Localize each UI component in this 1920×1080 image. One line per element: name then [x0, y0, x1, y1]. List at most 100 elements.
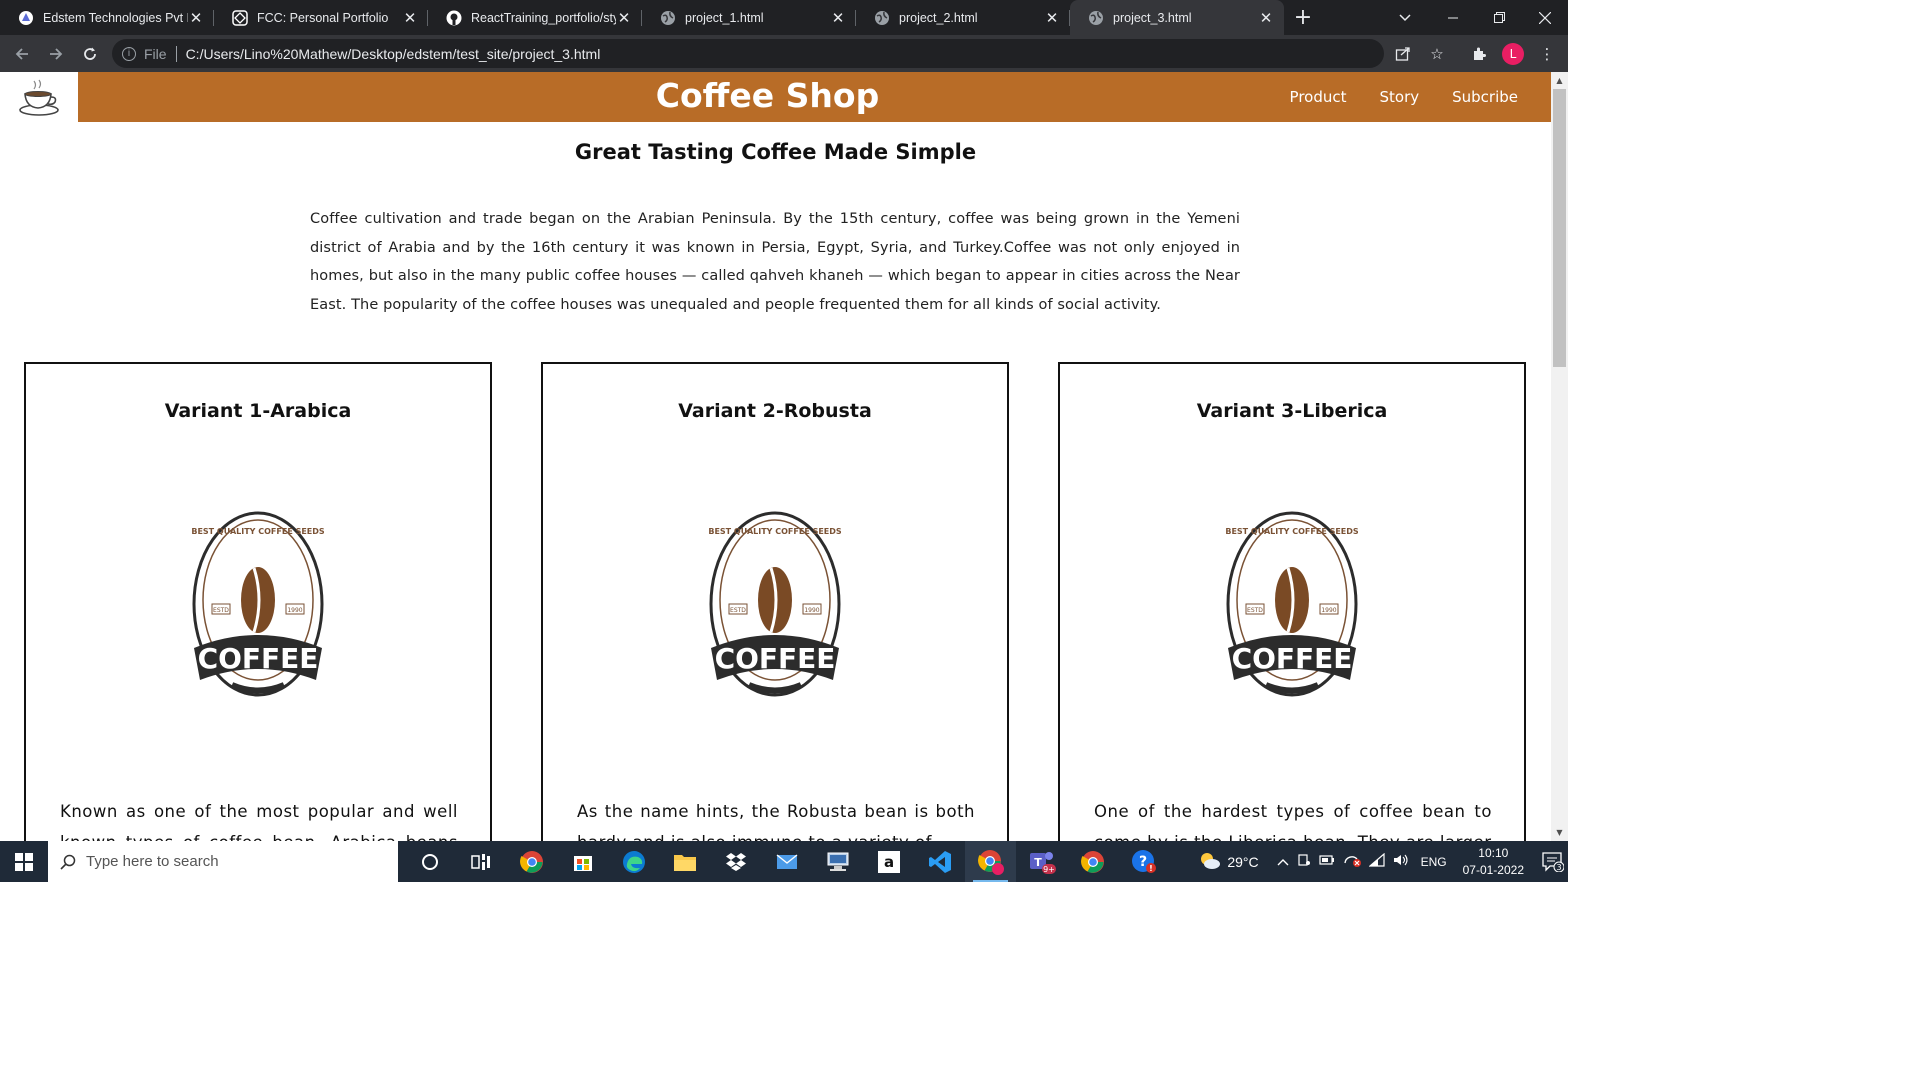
close-icon[interactable]: ✕ — [830, 10, 846, 27]
badge-banner: COFFEE — [715, 642, 836, 675]
codepen-icon — [232, 9, 248, 26]
close-window-button[interactable] — [1522, 0, 1568, 35]
store-icon[interactable] — [557, 841, 608, 882]
browser-tab[interactable]: FCC: Personal Portfolio ✕ — [214, 0, 428, 35]
mail-icon[interactable] — [761, 841, 812, 882]
extensions-icon[interactable] — [1468, 43, 1490, 65]
variant-title: Variant 3-Liberica — [1196, 400, 1388, 422]
file-explorer-icon[interactable] — [659, 841, 710, 882]
scrollbar-thumb[interactable] — [1553, 89, 1566, 367]
clock[interactable]: 10:10 07-01-2022 — [1463, 845, 1524, 879]
amazon-icon[interactable]: a — [863, 841, 914, 882]
profile-avatar[interactable]: L — [1502, 42, 1524, 65]
toolbar-actions: ☆ L ⋮ — [1392, 35, 1558, 72]
page-viewport: Coffee Shop Product Story Subcribe Great… — [0, 72, 1551, 841]
close-icon[interactable]: ✕ — [188, 10, 204, 27]
tab-title: FCC: Personal Portfolio — [257, 10, 389, 25]
edge-icon[interactable] — [608, 841, 659, 882]
vscode-icon[interactable] — [914, 841, 965, 882]
teams-badge: 9+ — [1043, 865, 1055, 874]
svg-text:T: T — [1034, 856, 1042, 869]
network-error-icon[interactable] — [1343, 853, 1361, 870]
forward-button[interactable] — [40, 38, 72, 70]
page-scrollbar[interactable]: ▲ ▼ — [1551, 72, 1568, 841]
chrome-profile-icon[interactable] — [965, 841, 1016, 882]
badge-ring-text: BEST QUALITY COFFEE SEEDS — [1226, 527, 1358, 536]
browser-tab[interactable]: project_1.html ✕ — [642, 0, 856, 35]
badge-left-tag: ESTD — [730, 607, 746, 614]
bookmark-star-icon[interactable]: ☆ — [1426, 43, 1448, 65]
badge-ring-text: BEST QUALITY COFFEE SEEDS — [709, 527, 841, 536]
variant-description: As the name hints, the Robusta bean is b… — [577, 802, 975, 841]
windows-start-button[interactable] — [0, 841, 48, 882]
minimize-button[interactable] — [1430, 0, 1476, 35]
device-icon[interactable] — [1297, 853, 1311, 870]
notification-center-icon[interactable]: 3 — [1538, 841, 1568, 882]
weather-icon[interactable] — [1197, 850, 1221, 873]
volume-icon[interactable] — [1393, 853, 1409, 870]
wifi-icon[interactable] — [1367, 852, 1385, 870]
browser-tab[interactable]: project_2.html ✕ — [856, 0, 1070, 35]
variant-description: One of the hardest types of coffee bean … — [1094, 802, 1492, 841]
chrome-icon[interactable] — [506, 841, 557, 882]
taskbar-search-box[interactable]: Type here to search — [48, 841, 398, 882]
svg-text:!: ! — [1149, 864, 1153, 873]
clock-date: 07-01-2022 — [1462, 862, 1524, 877]
search-icon — [60, 854, 76, 870]
variant-card: Variant 2-Robusta BEST QUALITY COFFEE SE… — [541, 362, 1009, 841]
network-drive-icon[interactable] — [812, 841, 863, 882]
tab-title: project_1.html — [685, 10, 764, 25]
close-icon[interactable]: ✕ — [1044, 10, 1060, 27]
browser-tab[interactable]: Edstem Technologies Pvt Lt ✕ — [0, 0, 214, 35]
nav-link-subcribe[interactable]: Subcribe — [1452, 88, 1518, 106]
restore-button[interactable] — [1476, 0, 1522, 35]
chevron-down-icon[interactable] — [1392, 0, 1418, 35]
tab-title: project_3.html — [1113, 10, 1192, 25]
cortana-icon[interactable] — [404, 841, 455, 882]
badge-right-tag: 1990 — [1321, 607, 1336, 614]
share-icon[interactable] — [1392, 43, 1414, 65]
temperature[interactable]: 29°C — [1227, 854, 1258, 870]
page-headline: Great Tasting Coffee Made Simple — [574, 140, 977, 164]
battery-icon[interactable] — [1318, 854, 1335, 869]
scroll-up-arrow-icon[interactable]: ▲ — [1551, 72, 1568, 89]
menu-icon[interactable]: ⋮ — [1536, 43, 1558, 65]
taskbar-apps: a T 9+ ?! — [404, 841, 1169, 882]
windows-taskbar: Type here to search a T 9+ ? ! 29°C ENG … — [0, 841, 1568, 882]
chevron-up-icon[interactable] — [1277, 855, 1289, 869]
scroll-down-arrow-icon[interactable]: ▼ — [1551, 824, 1568, 841]
close-icon[interactable]: ✕ — [1258, 10, 1274, 27]
url-text[interactable]: C:/Users/Lino%20Mathew/Desktop/edstem/te… — [186, 46, 601, 62]
tab-title: ReactTraining_portfolio/styl — [471, 10, 616, 25]
browser-tab-active[interactable]: project_3.html ✕ — [1070, 0, 1284, 35]
reload-button[interactable] — [74, 38, 106, 70]
tab-strip: Edstem Technologies Pvt Lt ✕ FCC: Person… — [0, 0, 1568, 35]
badge-banner: COFFEE — [198, 642, 319, 675]
dropbox-icon[interactable] — [710, 841, 761, 882]
globe-icon — [874, 10, 890, 26]
globe-icon — [660, 10, 676, 26]
globe-icon — [1088, 10, 1104, 26]
language-indicator[interactable]: ENG — [1421, 855, 1447, 869]
coffee-badge-image: BEST QUALITY COFFEE SEEDS ESTD 1990 COFF… — [192, 511, 324, 697]
clock-time: 10:10 — [1478, 845, 1509, 860]
nav-link-story[interactable]: Story — [1379, 88, 1419, 106]
task-view-icon[interactable] — [455, 841, 506, 882]
divider — [175, 45, 177, 62]
new-tab-button[interactable]: + — [1288, 0, 1318, 35]
close-icon[interactable]: ✕ — [616, 10, 632, 27]
close-icon[interactable]: ✕ — [402, 10, 418, 27]
back-button[interactable] — [6, 38, 38, 70]
chrome-icon[interactable] — [1067, 841, 1118, 882]
variant-card: Variant 1-Arabica BEST QUALITY COFFEE SE… — [24, 362, 492, 841]
info-icon[interactable]: i — [122, 46, 136, 61]
teams-icon[interactable]: T 9+ — [1016, 841, 1067, 882]
browser-tab[interactable]: ReactTraining_portfolio/styl ✕ — [428, 0, 642, 35]
nav-link-product[interactable]: Product — [1290, 88, 1347, 106]
coffee-badge-image: BEST QUALITY COFFEE SEEDS ESTD 1990 COFF… — [1226, 511, 1358, 697]
help-icon[interactable]: ?! — [1118, 841, 1169, 882]
svg-text:a: a — [883, 853, 893, 871]
address-bar[interactable]: i File C:/Users/Lino%20Mathew/Desktop/ed… — [112, 39, 1384, 68]
tab-title: Edstem Technologies Pvt Lt — [43, 10, 188, 25]
browser-toolbar: i File C:/Users/Lino%20Mathew/Desktop/ed… — [0, 35, 1568, 72]
